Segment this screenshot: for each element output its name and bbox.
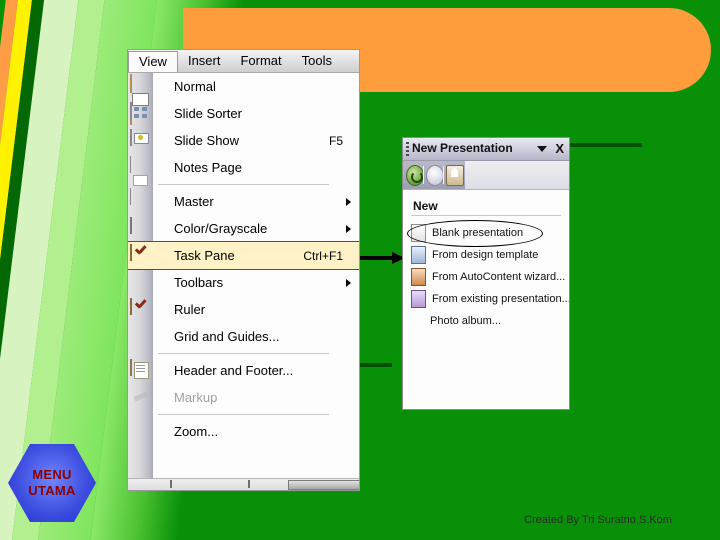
markup-icon <box>130 387 151 408</box>
submenu-arrow-icon <box>346 278 351 287</box>
menu-item-notes-page[interactable]: Notes Page <box>128 154 359 205</box>
task-pane-item-label: From AutoContent wizard... <box>432 271 566 283</box>
menu-item-markup: Markup <box>128 384 359 411</box>
menu-item-label: Normal <box>174 79 216 94</box>
task-pane-toolbar <box>403 161 569 190</box>
menubar-item-label: View <box>139 54 167 69</box>
menubar-item-label: Tools <box>301 53 332 68</box>
menubar-item-format[interactable]: Format <box>230 50 291 72</box>
menu-item-label: Toolbars <box>174 275 224 290</box>
menu-item-normal[interactable]: Normal <box>128 73 359 125</box>
submenu-arrow-icon <box>346 224 351 233</box>
menu-item-label: Ruler <box>174 302 206 317</box>
slide-sorter-icon <box>130 102 151 124</box>
menu-item-label: Header and Footer... <box>174 363 294 378</box>
menu-item-slide-show[interactable]: Slide Show F5 <box>128 127 359 154</box>
slide-show-icon <box>130 129 151 151</box>
menu-item-label: Grid and Guides... <box>174 329 280 344</box>
task-pane-item-label: From existing presentation... <box>432 293 570 305</box>
menu-item-master[interactable]: Master <box>128 188 359 215</box>
menu-item-header-and-footer[interactable]: Header and Footer... <box>128 357 359 384</box>
menu-item-shortcut: F5 <box>328 133 343 148</box>
back-icon[interactable] <box>406 165 424 186</box>
view-dropdown-menu: Normal Slide Sorter Slide Show F5 Notes … <box>128 73 359 490</box>
task-pane-section-title: New <box>413 199 438 213</box>
task-pane-item-label: From design template <box>432 249 539 261</box>
menu-item-toolbars[interactable]: Toolbars <box>128 269 359 296</box>
menu-separator <box>158 353 329 354</box>
menu-item-grid-and-guides[interactable]: Grid and Guides... <box>128 323 359 350</box>
arrow-shaft <box>360 256 394 260</box>
hexagon-shape: MENU UTAMA <box>8 444 96 522</box>
task-pane-title: New Presentation <box>412 141 513 155</box>
menubar-item-tools[interactable]: Tools <box>292 50 342 72</box>
scroll-thumb[interactable] <box>288 480 359 490</box>
hex-label-line2: UTAMA <box>28 483 76 498</box>
task-pane-item-blank-presentation[interactable]: Blank presentation <box>407 220 561 247</box>
menu-item-label: Slide Sorter <box>174 106 242 121</box>
close-icon[interactable]: X <box>555 141 564 156</box>
task-pane-header: New Presentation X <box>403 138 569 161</box>
toolbar-separator <box>423 166 424 184</box>
task-pane-item-photo-album[interactable]: Photo album... <box>411 310 561 332</box>
toolbar-separator <box>443 166 444 184</box>
scroll-tick <box>170 480 172 488</box>
menu-item-label: Zoom... <box>174 424 219 439</box>
menu-separator <box>158 184 329 185</box>
task-pane-body: New Blank presentation From design templ… <box>403 190 569 332</box>
new-presentation-task-pane: New Presentation X New Blank presentatio… <box>402 137 570 410</box>
hex-label-line1: MENU <box>32 467 72 482</box>
menu-item-shortcut: Ctrl+F1 <box>303 248 343 263</box>
menu-item-slide-sorter[interactable]: Slide Sorter <box>128 100 359 127</box>
menu-item-label: Notes Page <box>174 160 242 175</box>
screenshot-scrollbar[interactable] <box>128 478 359 490</box>
task-pane-item-from-design-template[interactable]: From design template <box>411 244 561 266</box>
color-grayscale-icon <box>130 217 151 239</box>
menu-utama-button[interactable]: MENU UTAMA <box>8 444 96 522</box>
menu-item-label: Markup <box>174 390 218 405</box>
header-footer-icon <box>130 359 151 381</box>
section-divider <box>411 215 561 216</box>
checkmark-icon <box>130 298 151 320</box>
notes-page-icon <box>130 156 151 205</box>
credit-text: Created By Tri Suratno,S.Kom <box>524 514 672 526</box>
slide-canvas: View Insert Format Tools Normal Slide So… <box>0 0 720 540</box>
menu-separator <box>158 414 329 415</box>
menu-item-label: Master <box>174 194 214 209</box>
chevron-down-icon[interactable] <box>537 146 547 152</box>
submenu-arrow-icon <box>346 197 351 206</box>
view-menu-screenshot: View Insert Format Tools Normal Slide So… <box>127 49 360 491</box>
menu-item-label: Task Pane <box>174 248 235 263</box>
existing-presentation-icon <box>411 290 426 308</box>
accent-line-right <box>570 143 642 147</box>
menu-item-task-pane[interactable]: Task Pane Ctrl+F1 <box>128 241 359 270</box>
pointer-arrow-primary <box>360 252 406 264</box>
menu-item-color-grayscale[interactable]: Color/Grayscale <box>128 215 359 242</box>
drag-grip-icon[interactable] <box>406 142 409 156</box>
menubar-item-insert[interactable]: Insert <box>178 50 231 72</box>
menubar-item-view[interactable]: View <box>128 51 178 72</box>
highlight-ellipse <box>407 220 543 247</box>
autocontent-wizard-icon <box>411 268 426 286</box>
home-icon[interactable] <box>446 165 464 186</box>
normal-view-icon <box>130 74 151 125</box>
scroll-tick <box>248 480 250 488</box>
checkmark-icon <box>130 244 151 266</box>
task-pane-item-from-autocontent-wizard[interactable]: From AutoContent wizard... <box>411 266 565 288</box>
task-pane-item-label: Photo album... <box>430 315 501 327</box>
task-pane-item-from-existing-presentation[interactable]: From existing presentation... <box>411 288 569 310</box>
forward-icon[interactable] <box>426 165 444 186</box>
menu-item-label: Color/Grayscale <box>174 221 268 236</box>
menu-item-label: Slide Show <box>174 133 240 148</box>
menubar-item-label: Insert <box>187 53 221 68</box>
menubar-item-label: Format <box>240 53 282 68</box>
design-template-icon <box>411 246 426 264</box>
menu-bar: View Insert Format Tools <box>128 50 359 73</box>
menu-item-zoom[interactable]: Zoom... <box>128 418 359 445</box>
menu-item-ruler[interactable]: Ruler <box>128 296 359 323</box>
